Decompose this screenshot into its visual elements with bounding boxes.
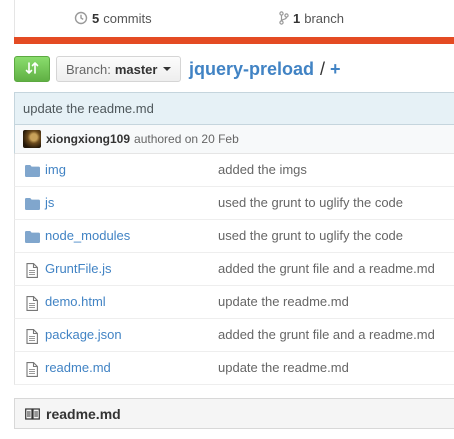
file-list: img added the imgs js used the grunt to … bbox=[14, 154, 454, 385]
readme-header: readme.md bbox=[14, 398, 454, 429]
commit-meta: xiongxiong109 authored on 20 Feb bbox=[14, 125, 454, 154]
file-name[interactable]: readme.md bbox=[45, 360, 111, 375]
commit-message-link[interactable]: update the readme.md bbox=[23, 101, 154, 116]
file-name[interactable]: img bbox=[45, 162, 66, 177]
file-commit-message[interactable]: used the grunt to uglify the code bbox=[218, 228, 403, 243]
file-commit-message[interactable]: added the grunt file and a readme.md bbox=[218, 261, 435, 276]
file-icon bbox=[24, 295, 40, 311]
branch-selector-label: Branch: bbox=[66, 61, 111, 77]
language-bar bbox=[14, 37, 454, 44]
file-commit-message[interactable]: used the grunt to uglify the code bbox=[218, 195, 403, 210]
book-icon bbox=[25, 407, 40, 420]
file-name[interactable]: demo.html bbox=[45, 294, 106, 309]
file-row-demo-html[interactable]: demo.html update the readme.md bbox=[14, 286, 454, 319]
commit-authored-date: authored on 20 Feb bbox=[134, 132, 239, 146]
folder-icon bbox=[24, 163, 40, 179]
avatar[interactable] bbox=[23, 130, 41, 148]
file-commit-message[interactable]: added the imgs bbox=[218, 162, 307, 177]
history-icon bbox=[74, 11, 88, 25]
breadcrumb-separator: / bbox=[320, 58, 326, 79]
branch-label: branch bbox=[304, 10, 344, 26]
file-icon bbox=[24, 328, 40, 344]
commits-link[interactable]: 5 commits bbox=[74, 9, 152, 27]
file-row-node-modules[interactable]: node_modules used the grunt to uglify th… bbox=[14, 220, 454, 253]
repo-summary: 5 commits 1 branch bbox=[14, 0, 454, 37]
branches-link[interactable]: 1 branch bbox=[279, 9, 344, 27]
repo-name-link[interactable]: jquery-preload bbox=[189, 59, 314, 80]
commits-label: commits bbox=[103, 10, 152, 26]
new-file-link[interactable]: + bbox=[330, 59, 341, 80]
file-row-readme[interactable]: readme.md update the readme.md bbox=[14, 352, 454, 385]
folder-icon bbox=[24, 196, 40, 212]
branch-count: 1 bbox=[293, 10, 301, 26]
file-commit-message[interactable]: update the readme.md bbox=[218, 294, 349, 309]
file-name[interactable]: package.json bbox=[45, 327, 122, 342]
file-name[interactable]: node_modules bbox=[45, 228, 130, 243]
compare-button[interactable] bbox=[14, 56, 50, 82]
commits-count: 5 bbox=[92, 10, 100, 26]
readme-title: readme.md bbox=[46, 405, 121, 422]
folder-icon bbox=[24, 229, 40, 245]
file-row-js[interactable]: js used the grunt to uglify the code bbox=[14, 187, 454, 220]
breadcrumb: jquery-preload / + bbox=[189, 56, 341, 82]
file-name[interactable]: js bbox=[45, 195, 54, 210]
file-icon bbox=[24, 262, 40, 278]
file-commit-message[interactable]: added the grunt file and a readme.md bbox=[218, 327, 435, 342]
file-icon bbox=[24, 361, 40, 377]
compare-icon bbox=[25, 61, 39, 78]
commit-title: update the readme.md bbox=[14, 92, 454, 125]
file-row-package-json[interactable]: package.json added the grunt file and a … bbox=[14, 319, 454, 352]
caret-down-icon bbox=[163, 67, 172, 71]
file-row-gruntfile[interactable]: GruntFile.js added the grunt file and a … bbox=[14, 253, 454, 286]
file-commit-message[interactable]: update the readme.md bbox=[218, 360, 349, 375]
branch-selector-value: master bbox=[114, 61, 158, 77]
branch-icon bbox=[279, 11, 289, 25]
file-name[interactable]: GruntFile.js bbox=[45, 261, 111, 276]
file-row-img[interactable]: img added the imgs bbox=[14, 154, 454, 187]
commit-author[interactable]: xiongxiong109 bbox=[46, 132, 130, 146]
branch-selector[interactable]: Branch: master bbox=[56, 56, 182, 82]
